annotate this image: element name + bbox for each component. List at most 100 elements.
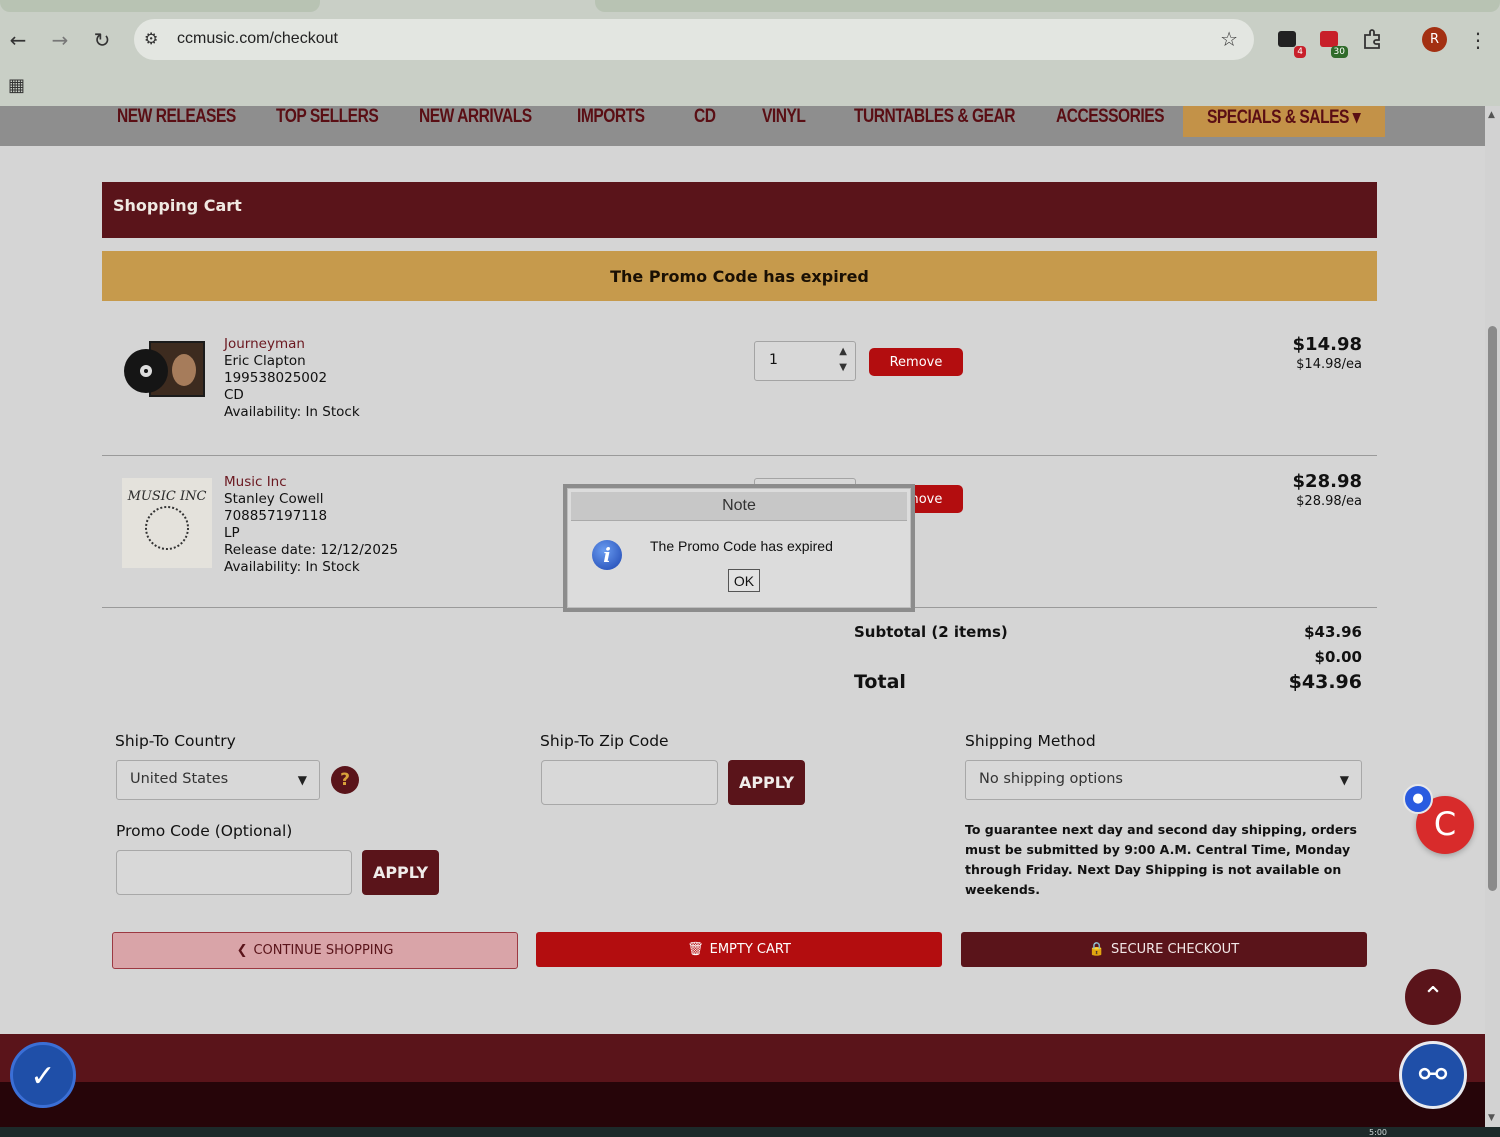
chat-badge-icon[interactable]: ● bbox=[1403, 784, 1433, 814]
profile-avatar[interactable]: R bbox=[1422, 27, 1447, 52]
chevron-left-circle-icon: ❮ bbox=[236, 943, 248, 958]
promo-apply-button[interactable]: APPLY bbox=[362, 850, 439, 895]
browser-tab[interactable] bbox=[0, 0, 320, 12]
item-price: $14.98 $14.98/ea bbox=[1293, 334, 1362, 372]
extension-badge: 4 bbox=[1294, 46, 1306, 58]
empty-cart-button[interactable]: 🗑 EMPTY CART bbox=[536, 932, 942, 967]
main-nav: NEW RELEASES TOP SELLERS NEW ARRIVALS IM… bbox=[0, 106, 1485, 146]
continue-shopping-label: CONTINUE SHOPPING bbox=[253, 943, 394, 958]
shipping-method-select[interactable]: No shipping options ▼ bbox=[965, 760, 1362, 800]
address-bar[interactable]: ⚙ ccmusic.com/checkout ☆ bbox=[134, 19, 1254, 60]
item-divider bbox=[102, 455, 1377, 456]
secure-checkout-button[interactable]: 🔒 SECURE CHECKOUT bbox=[961, 932, 1367, 967]
page-content: NEW RELEASES TOP SELLERS NEW ARRIVALS IM… bbox=[0, 106, 1485, 1137]
nav-vinyl[interactable]: VINYL bbox=[762, 106, 806, 127]
bookmarks-bar: ▦ bbox=[0, 66, 1500, 106]
cart-item: Journeyman Eric Clapton 199538025002 CD … bbox=[102, 334, 1377, 434]
accessibility-icon[interactable]: ⚯ bbox=[1399, 1041, 1467, 1109]
promo-label: Promo Code (Optional) bbox=[116, 822, 293, 840]
extension-icon[interactable]: 30 bbox=[1318, 28, 1348, 58]
os-taskbar: 5:00 bbox=[0, 1127, 1500, 1137]
nav-imports[interactable]: IMPORTS bbox=[577, 106, 645, 127]
zip-apply-button[interactable]: APPLY bbox=[728, 760, 805, 805]
promo-expired-banner: The Promo Code has expired bbox=[102, 251, 1377, 301]
accessibility-icon[interactable]: ✓ bbox=[10, 1042, 76, 1108]
item-availability: Availability: In Stock bbox=[224, 404, 360, 420]
nav-turntables-gear[interactable]: TURNTABLES & GEAR bbox=[854, 106, 1015, 127]
nav-cd[interactable]: CD bbox=[694, 106, 716, 127]
extension-icon[interactable]: 4 bbox=[1276, 28, 1306, 58]
nav-accessories[interactable]: ACCESSORIES bbox=[1056, 106, 1165, 127]
quantity-arrows[interactable]: ▲ ▼ bbox=[839, 344, 847, 376]
ship-country-value: United States bbox=[130, 771, 229, 787]
discount-value: $0.00 bbox=[1314, 648, 1362, 666]
browser-tab[interactable] bbox=[595, 0, 1500, 12]
subtotal-label: Subtotal (2 items) bbox=[854, 623, 1008, 641]
scroll-down-icon[interactable]: ▼ bbox=[1488, 1113, 1495, 1123]
nav-top-sellers[interactable]: TOP SELLERS bbox=[276, 106, 379, 127]
quantity-value[interactable]: 1 bbox=[769, 352, 778, 368]
scroll-up-icon[interactable]: ▲ bbox=[1488, 110, 1495, 120]
promo-input[interactable] bbox=[116, 850, 352, 895]
zip-input[interactable] bbox=[541, 760, 718, 805]
back-icon[interactable]: ← bbox=[6, 28, 30, 52]
puzzle-icon[interactable] bbox=[1361, 28, 1385, 52]
browser-menu-icon[interactable]: ⋮ bbox=[1468, 28, 1488, 52]
ship-country-label: Ship-To Country bbox=[115, 732, 236, 750]
continue-shopping-button[interactable]: ❮ CONTINUE SHOPPING bbox=[112, 932, 518, 969]
star-icon[interactable]: ☆ bbox=[1220, 27, 1238, 51]
item-unit-price: $14.98/ea bbox=[1296, 357, 1362, 372]
url-text[interactable]: ccmusic.com/checkout bbox=[177, 30, 338, 48]
reload-icon[interactable]: ↻ bbox=[90, 28, 114, 52]
item-sku: 708857197118 bbox=[224, 508, 328, 524]
apps-icon[interactable]: ▦ bbox=[8, 75, 25, 96]
promo-banner-text: The Promo Code has expired bbox=[610, 266, 869, 286]
album-cover-journeyman[interactable] bbox=[122, 334, 212, 424]
site-info-icon[interactable]: ⚙ bbox=[144, 29, 158, 48]
album-cover-music-inc[interactable]: MUSIC INC bbox=[122, 478, 212, 568]
item-unit-price: $28.98/ea bbox=[1296, 494, 1362, 509]
item-release-date: Release date: 12/12/2025 bbox=[224, 542, 399, 558]
item-format: CD bbox=[224, 387, 244, 403]
nav-specials-sales[interactable]: SPECIALS & SALES ▾ bbox=[1207, 106, 1361, 128]
nav-new-arrivals[interactable]: NEW ARRIVALS bbox=[419, 106, 532, 127]
item-title[interactable]: Journeyman bbox=[224, 336, 360, 353]
cart-header: Shopping Cart bbox=[102, 182, 1377, 238]
taskbar-clock: 5:00 bbox=[1369, 1128, 1387, 1137]
item-total-price: $14.98 bbox=[1292, 334, 1362, 355]
info-icon: i bbox=[592, 540, 622, 570]
tab-strip bbox=[0, 0, 1500, 14]
item-title[interactable]: Music Inc bbox=[224, 474, 398, 491]
extension-badge: 30 bbox=[1330, 46, 1348, 58]
item-format: LP bbox=[224, 525, 240, 541]
forward-icon[interactable]: → bbox=[48, 28, 72, 52]
item-info: Music Inc Stanley Cowell 708857197118 LP… bbox=[224, 474, 398, 576]
lock-icon: 🔒 bbox=[1088, 942, 1106, 957]
shipping-method-label: Shipping Method bbox=[965, 732, 1096, 750]
dialog-title: Note bbox=[571, 492, 907, 521]
item-info: Journeyman Eric Clapton 199538025002 CD … bbox=[224, 336, 360, 421]
subtotal-value: $43.96 bbox=[1304, 623, 1362, 641]
scrollbar-thumb[interactable] bbox=[1488, 326, 1497, 891]
empty-cart-label: EMPTY CART bbox=[709, 942, 791, 957]
item-artist: Eric Clapton bbox=[224, 353, 306, 369]
item-total-price: $28.98 bbox=[1292, 471, 1362, 492]
dialog-ok-button[interactable]: OK bbox=[728, 569, 760, 592]
nav-specials-label: SPECIALS & SALES bbox=[1207, 107, 1349, 128]
nav-new-releases[interactable]: NEW RELEASES bbox=[117, 106, 236, 127]
cart-title: Shopping Cart bbox=[113, 196, 242, 215]
footer-top bbox=[0, 1034, 1485, 1082]
album-cover-text: MUSIC INC bbox=[127, 489, 207, 504]
quantity-stepper[interactable]: 1 ▲ ▼ bbox=[754, 341, 856, 381]
item-availability: Availability: In Stock bbox=[224, 559, 360, 575]
shipping-note: To guarantee next day and second day shi… bbox=[965, 822, 1357, 897]
item-sku: 199538025002 bbox=[224, 370, 328, 386]
chevron-up-icon[interactable]: ⌃ bbox=[1405, 969, 1461, 1025]
ship-country-select[interactable]: United States ▼ bbox=[116, 760, 320, 800]
shipping-method-value: No shipping options bbox=[979, 771, 1123, 787]
zip-label: Ship-To Zip Code bbox=[540, 732, 669, 750]
caret-down-icon: ▼ bbox=[297, 773, 307, 787]
remove-button[interactable]: Remove bbox=[869, 348, 963, 376]
help-icon[interactable]: ? bbox=[331, 766, 359, 794]
page-scrollbar[interactable]: ▲ ▼ bbox=[1485, 106, 1500, 1137]
